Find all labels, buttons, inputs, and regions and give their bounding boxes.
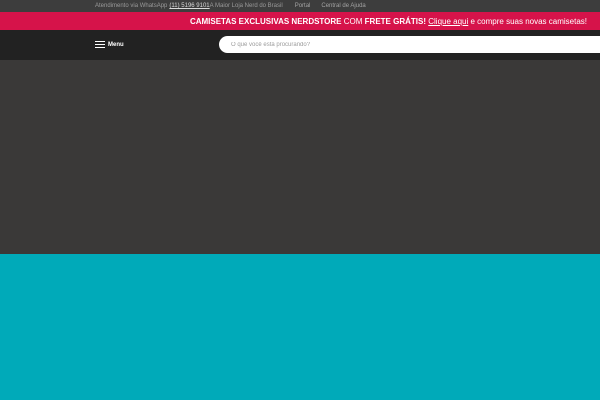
help-center-link[interactable]: Central de Ajuda <box>321 3 365 9</box>
promo-banner[interactable]: CAMISETAS EXCLUSIVAS NERDSTORE COM FRETE… <box>0 12 600 30</box>
top-info-bar: Atendimento via WhatsApp (11) 5196 9101 … <box>0 0 600 12</box>
main-header: Menu <box>0 30 600 60</box>
page: Atendimento via WhatsApp (11) 5196 9101 … <box>0 0 600 400</box>
hero-banner-teal <box>0 254 600 400</box>
promo-tail-text: e compre suas novas camisetas! <box>470 16 588 26</box>
hero-banner-dark <box>0 60 600 254</box>
search-input[interactable] <box>231 41 600 48</box>
promo-connector: COM <box>343 16 363 26</box>
promo-click-here-link[interactable]: Clique aqui <box>428 17 468 26</box>
store-tagline: A Maior Loja Nerd do Brasil <box>209 3 283 9</box>
whatsapp-number-link[interactable]: (11) 5196 9101 <box>169 3 209 9</box>
menu-button[interactable]: Menu <box>95 41 124 48</box>
portal-link[interactable]: Portal <box>295 3 311 9</box>
promo-headline: CAMISETAS EXCLUSIVAS NERDSTORE <box>189 16 342 26</box>
whatsapp-label: Atendimento via WhatsApp <box>95 3 168 9</box>
search-box[interactable] <box>219 36 600 53</box>
promo-free-shipping: FRETE GRÁTIS! <box>364 16 426 26</box>
menu-label: Menu <box>108 41 124 48</box>
hamburger-icon <box>95 41 105 48</box>
